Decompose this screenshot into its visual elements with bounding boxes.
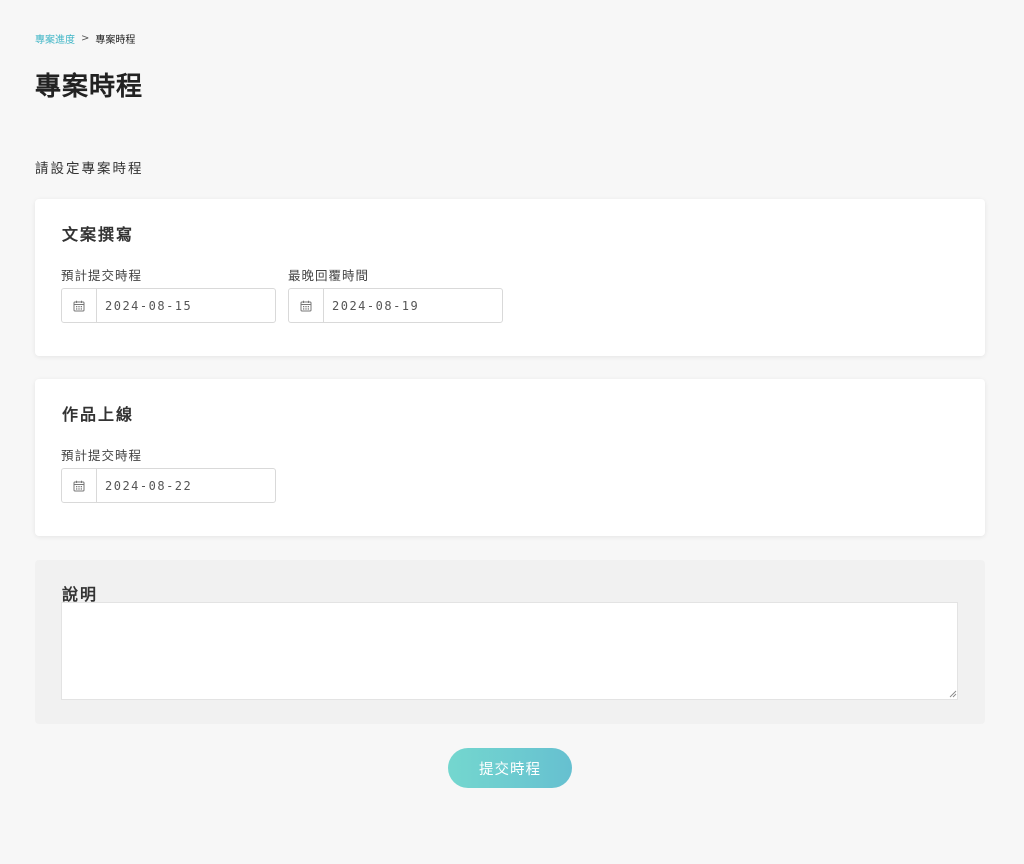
calendar-icon[interactable] xyxy=(62,289,97,322)
date-picker[interactable]: 2024-08-19 xyxy=(288,288,503,323)
description-panel: 說明 xyxy=(35,560,985,724)
breadcrumb: 專案進度 > 專案時程 xyxy=(35,31,135,46)
copywriting-card: 文案撰寫 預計提交時程 2024-08-15 最晚回覆時間 2024-08-19 xyxy=(35,199,985,356)
section-heading: 請設定專案時程 xyxy=(35,161,144,177)
date-picker[interactable]: 2024-08-15 xyxy=(61,288,276,323)
calendar-icon[interactable] xyxy=(289,289,324,322)
breadcrumb-link-project-progress[interactable]: 專案進度 xyxy=(35,31,75,46)
card-title: 文案撰寫 xyxy=(62,225,135,244)
calendar-icon[interactable] xyxy=(62,469,97,502)
field-label: 預計提交時程 xyxy=(61,448,143,463)
field-label: 最晚回覆時間 xyxy=(288,268,370,283)
field-label: 預計提交時程 xyxy=(61,268,143,283)
date-value[interactable]: 2024-08-15 xyxy=(97,289,275,322)
launch-card: 作品上線 預計提交時程 2024-08-22 xyxy=(35,379,985,536)
expected-submit-date-field: 預計提交時程 2024-08- xyxy=(61,445,276,503)
submit-schedule-button[interactable]: 提交時程 xyxy=(448,748,572,788)
date-picker[interactable]: 2024-08-22 xyxy=(61,468,276,503)
date-value[interactable]: 2024-08-19 xyxy=(324,289,502,322)
expected-submit-date-field: 預計提交時程 2024-08- xyxy=(61,265,276,323)
page-title: 專案時程 xyxy=(35,72,144,102)
resize-grip-icon[interactable] xyxy=(949,690,957,698)
date-value[interactable]: 2024-08-22 xyxy=(97,469,275,502)
breadcrumb-current: 專案時程 xyxy=(95,35,136,46)
latest-reply-date-field: 最晚回覆時間 2024-08-19 xyxy=(288,265,503,323)
breadcrumb-separator: > xyxy=(81,33,90,44)
page: 專案進度 > 專案時程 專案時程 請設定專案時程 文案撰寫 預計提交時程 202… xyxy=(0,0,1024,864)
description-textarea[interactable] xyxy=(61,602,958,700)
card-title: 作品上線 xyxy=(62,405,135,424)
